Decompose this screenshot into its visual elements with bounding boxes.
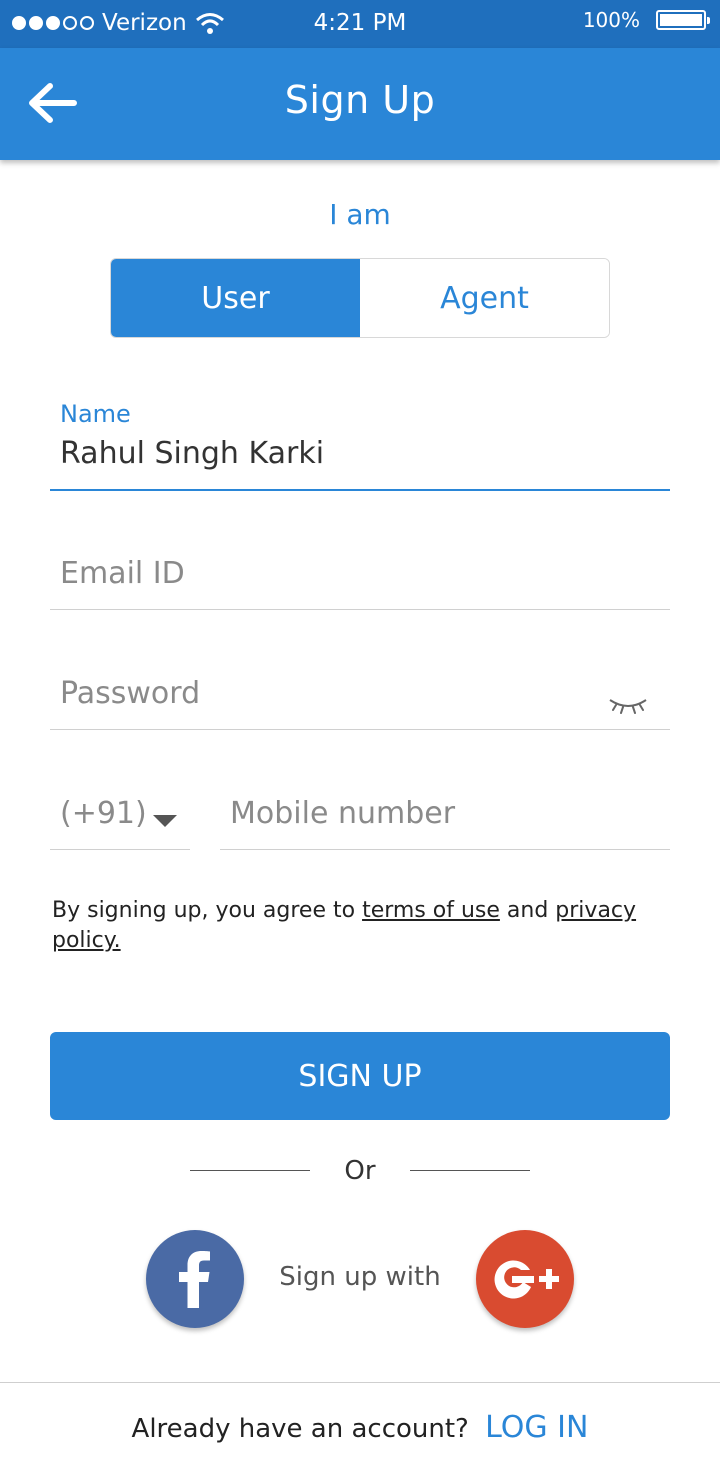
status-bar: Verizon 4:21 PM 100% — [0, 0, 720, 48]
name-field[interactable]: Name Rahul Singh Karki — [50, 400, 670, 491]
name-input[interactable]: Rahul Singh Karki — [60, 436, 324, 471]
login-link[interactable]: LOG IN — [485, 1410, 588, 1445]
email-input[interactable]: Email ID — [60, 556, 185, 591]
role-option-user[interactable]: User — [111, 259, 360, 337]
google-plus-icon — [494, 1260, 559, 1299]
social-signup-label: Sign up with — [279, 1262, 441, 1292]
app-bar: Sign Up — [0, 48, 720, 160]
divider-line-right — [410, 1170, 530, 1171]
name-label: Name — [60, 400, 131, 428]
sign-up-button[interactable]: SIGN UP — [50, 1032, 670, 1120]
password-field[interactable]: Password — [50, 676, 670, 730]
mobile-field[interactable]: Mobile number — [220, 796, 670, 850]
battery-icon — [656, 10, 710, 30]
password-input[interactable]: Password — [60, 676, 200, 711]
eye-closed-icon[interactable] — [606, 694, 650, 716]
role-toggle: User Agent — [110, 258, 610, 338]
country-code-select[interactable]: (+91) — [50, 796, 190, 850]
chevron-down-icon — [153, 815, 177, 827]
email-field[interactable]: Email ID — [50, 556, 670, 610]
facebook-icon — [179, 1251, 210, 1308]
login-prompt: Already have an account? — [131, 1414, 469, 1444]
country-code-value: (+91) — [60, 796, 147, 831]
google-plus-signup-button[interactable] — [476, 1230, 574, 1328]
page-title: Sign Up — [284, 78, 436, 122]
or-text: Or — [344, 1156, 376, 1186]
role-option-agent[interactable]: Agent — [360, 259, 609, 337]
terms-text: By signing up, you agree to terms of use… — [52, 898, 637, 953]
or-divider: Or — [0, 1152, 720, 1192]
battery-percent: 100% — [582, 8, 640, 32]
terms-of-use-link[interactable]: terms of use — [362, 898, 500, 923]
mobile-input[interactable]: Mobile number — [230, 796, 455, 831]
facebook-signup-button[interactable] — [146, 1230, 244, 1328]
role-label: I am — [329, 198, 391, 231]
footer-divider — [0, 1382, 720, 1383]
footer: Already have an account? LOG IN — [0, 1410, 720, 1445]
